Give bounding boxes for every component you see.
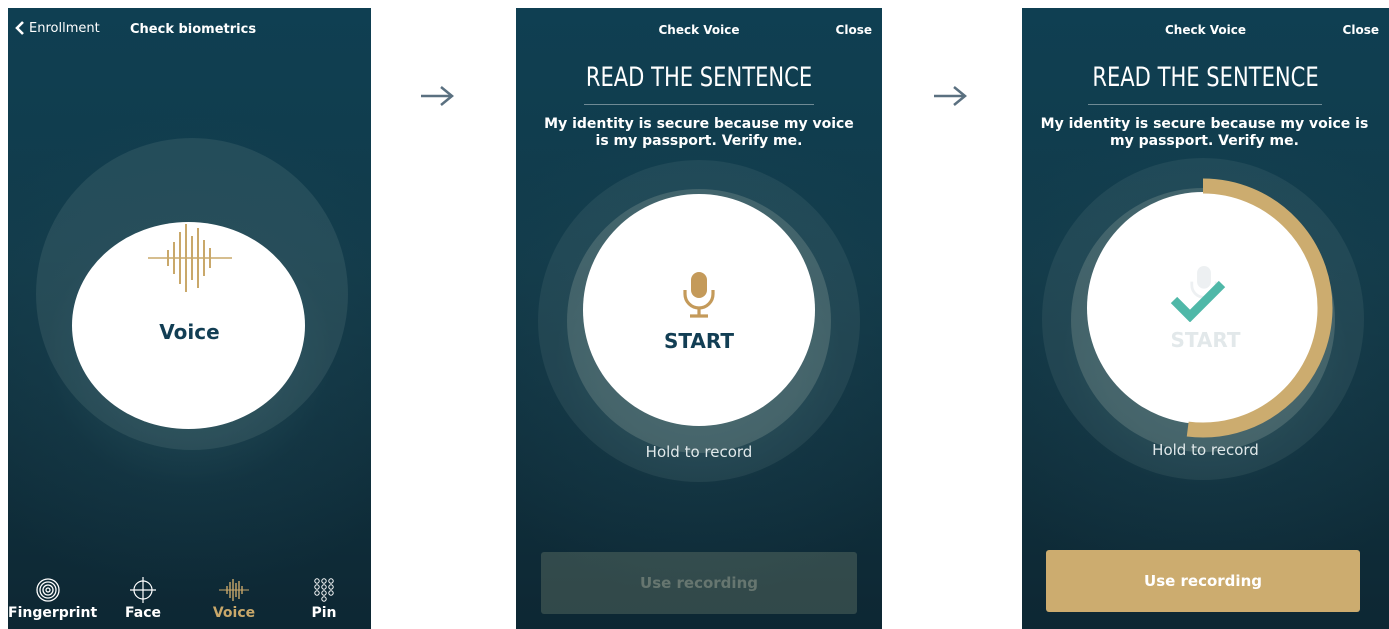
voice-wave-icon xyxy=(148,224,232,292)
screen-title: Check Voice xyxy=(658,23,740,37)
pin-grid-icon xyxy=(314,578,334,602)
use-recording-button[interactable]: Use recording xyxy=(1046,550,1360,612)
heading-divider xyxy=(584,104,814,105)
check-biometrics-screen: Enrollment Check biometrics Voice Finger… xyxy=(8,8,371,629)
start-label: START xyxy=(663,329,735,353)
back-button[interactable]: Enrollment xyxy=(15,20,100,36)
tab-label: Face xyxy=(125,605,161,621)
screen-title: Check biometrics xyxy=(130,22,257,37)
microphone-icon xyxy=(683,272,715,318)
tab-fingerprint[interactable]: Fingerprint xyxy=(8,577,97,621)
flow-arrow-icon xyxy=(421,86,454,106)
close-button[interactable]: Close xyxy=(836,23,872,37)
fingerprint-icon xyxy=(36,578,60,602)
hold-to-record-hint: Hold to record xyxy=(645,443,753,461)
passphrase-sentence: My identity is secure because my voice i… xyxy=(544,116,854,149)
tab-voice[interactable]: Voice xyxy=(204,577,264,621)
start-label: START xyxy=(1170,328,1241,352)
back-label: Enrollment xyxy=(29,20,100,36)
tab-label: Pin xyxy=(311,605,337,621)
use-recording-button[interactable]: Use recording xyxy=(541,552,857,614)
check-voice-screen: Check Voice Close READ THE SENTENCE My i… xyxy=(516,8,882,629)
hold-to-record-hint: Hold to record xyxy=(1152,441,1259,459)
voice-wave-icon xyxy=(219,579,249,601)
face-target-icon xyxy=(130,577,156,603)
method-label: Voice xyxy=(159,320,220,344)
checkmark-icon xyxy=(1170,280,1226,322)
flow-arrow-icon xyxy=(934,86,967,106)
biometric-tab-bar: Fingerprint Face Voice Pin xyxy=(8,569,371,629)
instruction-heading: READ THE SENTENCE xyxy=(585,62,813,93)
check-voice-screen-recorded: Check Voice Close READ THE SENTENCE My i… xyxy=(1022,8,1389,629)
tab-pin[interactable]: Pin xyxy=(304,577,344,621)
tab-label: Voice xyxy=(212,605,256,621)
chevron-left-icon xyxy=(15,21,24,35)
tab-label: Fingerprint xyxy=(8,605,98,621)
tab-face[interactable]: Face xyxy=(118,577,168,621)
